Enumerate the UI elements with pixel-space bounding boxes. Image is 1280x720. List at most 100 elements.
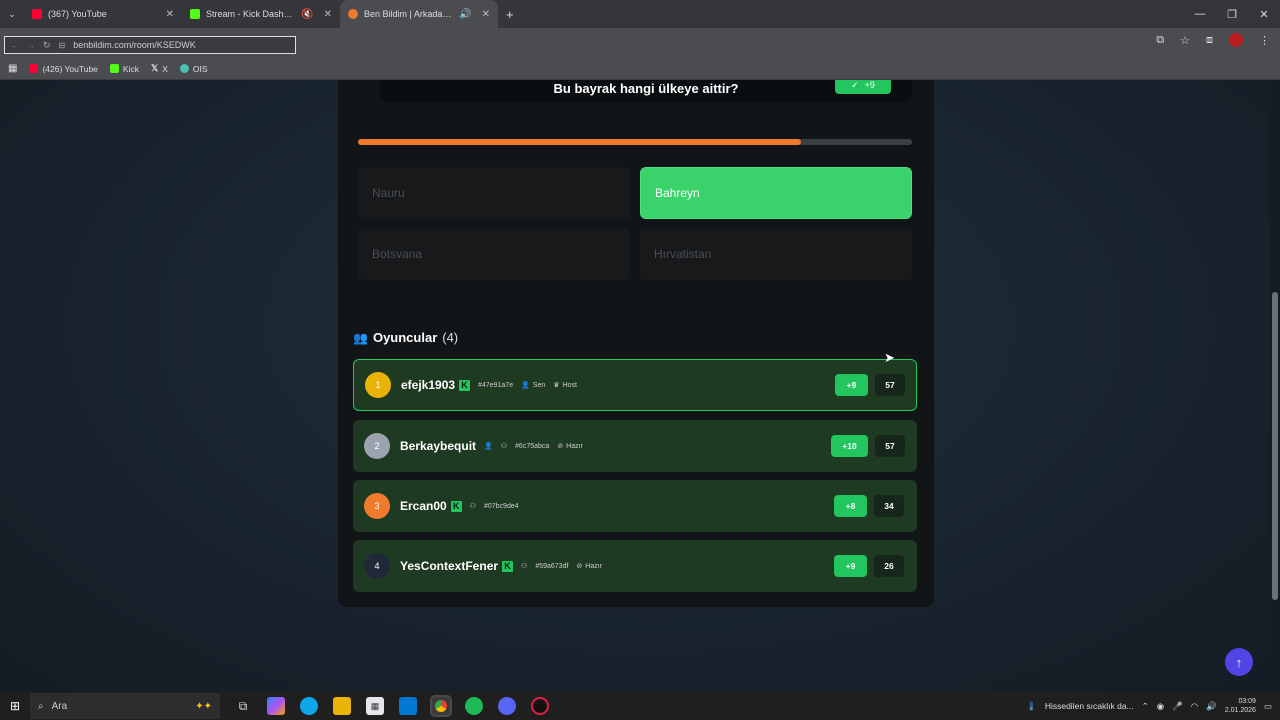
rank-badge: 3: [364, 493, 390, 519]
wifi-icon[interactable]: ◠: [1191, 701, 1198, 712]
mouse-cursor-icon: ➤: [884, 350, 895, 365]
user-icon: 👤: [484, 443, 493, 450]
host-tag: ♛ Host: [553, 381, 577, 390]
bookmark-label: OIS: [192, 63, 208, 74]
chrome-icon[interactable]: [430, 695, 452, 717]
file-explorer-icon[interactable]: [333, 697, 351, 715]
bookmark-youtube[interactable]: (426) YouTube: [29, 64, 98, 74]
new-tab-button[interactable]: +: [506, 7, 514, 22]
task-view-icon[interactable]: ⧉: [234, 697, 252, 715]
player-name: Berkaybequit: [400, 439, 477, 453]
player-id: #6c75abca: [515, 442, 550, 450]
kick-user-icon: ⚇: [521, 563, 528, 570]
tray-overflow-icon[interactable]: ⌃: [1142, 701, 1149, 712]
tab-kick-dashboard[interactable]: Stream - Kick Dashboard 🔇 ✕: [182, 0, 340, 28]
kick-icon: K: [502, 560, 514, 572]
bookmark-x[interactable]: 𝕏 X: [151, 63, 168, 74]
check-circle-icon: ⊘: [557, 443, 564, 450]
player-name: Ercan00: [400, 499, 447, 513]
tab-ben-bildim[interactable]: Ben Bildim | Arkadaşlarınla 🔊 ✕: [340, 0, 498, 28]
notifications-icon[interactable]: ▭: [1264, 701, 1272, 712]
windows-logo-icon: ⊞: [9, 699, 21, 713]
close-window-icon[interactable]: ✕: [1248, 0, 1280, 28]
bookmarks-bar: ▦ (426) YouTube Kick 𝕏 X OIS: [0, 58, 1280, 80]
bookmark-kick[interactable]: Kick: [109, 64, 139, 74]
check-icon: ✓: [851, 80, 859, 90]
answer-option-1[interactable]: Nauru: [358, 167, 630, 219]
clock-time: 03:09: [1238, 698, 1256, 705]
tab-title: Ben Bildim | Arkadaşlarınla: [364, 9, 453, 19]
kick-user-icon: ⚇: [469, 503, 476, 510]
answer-option-2-correct[interactable]: Bahreyn: [640, 167, 912, 219]
tag-label: Hazır: [585, 562, 603, 570]
discord-icon[interactable]: [498, 697, 516, 715]
points-gained: +8: [834, 495, 867, 517]
meet-icon[interactable]: ◉: [1157, 701, 1164, 712]
player-name: YesContextFener: [400, 559, 499, 573]
player-row: 2 Berkaybequit 👤 ⚇ #6c75abca ⊘ Hazır +10 …: [353, 420, 917, 472]
points-gained: +9: [834, 555, 867, 577]
tag-label: Host: [562, 381, 577, 389]
you-tag: 👤 Sen: [521, 381, 545, 390]
back-icon[interactable]: ←: [11, 41, 19, 50]
question-text: Bu bayrak hangi ülkeye aittir?: [553, 80, 739, 96]
taskbar-search[interactable]: ⌕ Ara ✦✦: [30, 693, 220, 719]
edge-icon[interactable]: [300, 697, 318, 715]
bookmark-ois[interactable]: OIS: [179, 63, 208, 74]
audio-icon[interactable]: 🔊: [459, 9, 471, 20]
kick-icon: K: [459, 379, 471, 391]
outlook-icon[interactable]: [399, 697, 417, 715]
toolbar-actions: ⧉ ☆ ⧈ ⋮: [1156, 33, 1270, 47]
start-button[interactable]: ⊞: [0, 699, 30, 713]
answer-label: Bahreyn: [655, 186, 700, 200]
url-text[interactable]: benbildim.com/room/KSEDWK: [73, 40, 196, 50]
extensions-icon[interactable]: ⧈: [1206, 34, 1213, 47]
store-icon[interactable]: ▦: [366, 697, 384, 715]
scroll-to-top-button[interactable]: ↑: [1225, 648, 1253, 676]
badge-text: +9: [864, 80, 875, 90]
mute-icon[interactable]: 🔇: [301, 9, 313, 20]
restore-icon[interactable]: ❐: [1216, 0, 1248, 28]
spotify-icon[interactable]: [465, 697, 483, 715]
bookmark-label: X: [162, 63, 168, 74]
minimize-icon[interactable]: —: [1184, 0, 1216, 28]
total-score: 26: [874, 555, 904, 577]
clock[interactable]: 03:09 2.01.2026: [1225, 697, 1256, 715]
menu-icon[interactable]: ⋮: [1259, 34, 1270, 47]
tag-label: Hazır: [566, 442, 583, 450]
taskbar-apps: ⧉ ▦: [234, 695, 549, 717]
bookmark-star-icon[interactable]: ☆: [1180, 34, 1190, 47]
players-count: (4): [442, 330, 459, 345]
forward-icon[interactable]: →: [27, 41, 35, 50]
crown-icon: ♛: [553, 382, 560, 389]
tab-youtube[interactable]: (367) YouTube ✕: [24, 0, 182, 28]
weather-text[interactable]: Hissedilen sıcaklık da...: [1045, 701, 1134, 711]
close-icon[interactable]: ✕: [482, 9, 490, 20]
scrollbar-thumb[interactable]: [1272, 292, 1278, 600]
clock-date: 2.01.2026: [1224, 707, 1256, 714]
profile-avatar[interactable]: [1229, 33, 1243, 47]
player-row: 1 efejk1903 K #47e91a7e 👤 Sen ♛ Host +9 57: [353, 359, 917, 411]
address-bar[interactable]: ← → ↻ ⊟ benbildim.com/room/KSEDWK: [4, 36, 296, 54]
search-placeholder: Ara: [51, 700, 68, 712]
install-app-icon[interactable]: ⧉: [1156, 34, 1164, 47]
page-scrollbar[interactable]: [1270, 80, 1280, 692]
reload-icon[interactable]: ↻: [43, 40, 51, 51]
player-row: 3 Ercan00 K ⚇ #07bc9de4 +8 34: [353, 480, 917, 532]
total-score: 34: [874, 495, 904, 517]
player-name: efejk1903: [401, 378, 456, 392]
close-icon[interactable]: ✕: [166, 9, 174, 20]
answer-option-4[interactable]: Hırvatistan: [640, 228, 912, 280]
apps-grid-icon[interactable]: ▦: [8, 63, 17, 74]
microphone-icon[interactable]: 🎤: [1172, 701, 1183, 712]
site-info-icon[interactable]: ⊟: [59, 41, 66, 50]
benbildim-icon: [348, 9, 358, 19]
players-title: Oyuncular: [372, 330, 438, 345]
tab-list-icon[interactable]: ⌄: [0, 9, 24, 20]
copilot-icon[interactable]: [267, 697, 285, 715]
obs-icon[interactable]: [531, 697, 549, 715]
close-icon[interactable]: ✕: [324, 9, 332, 20]
user-icon: 👤: [521, 382, 530, 389]
volume-icon[interactable]: 🔊: [1206, 701, 1217, 712]
answer-option-3[interactable]: Botsvana: [358, 228, 630, 280]
